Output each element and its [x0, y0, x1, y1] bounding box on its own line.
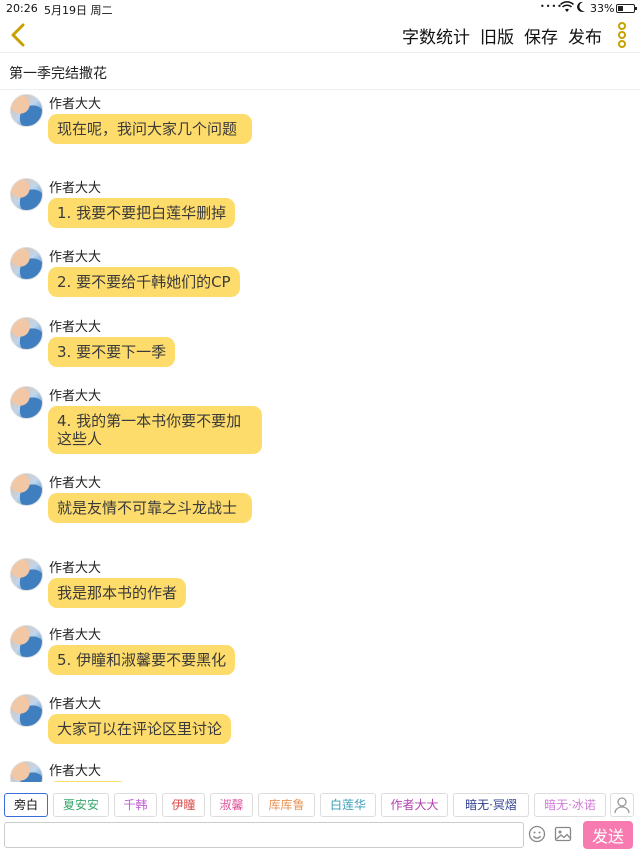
avatar[interactable]: [10, 558, 43, 591]
avatar[interactable]: [10, 473, 43, 506]
sender-name: 作者大大: [49, 181, 102, 196]
role-chip[interactable]: 伊瞳: [162, 793, 205, 817]
wifi-icon: [559, 1, 575, 16]
role-chip[interactable]: 千韩: [114, 793, 157, 817]
sender-name: 作者大大: [49, 476, 102, 491]
sender-name: 作者大大: [49, 628, 102, 643]
message-bubble[interactable]: 我是那本书的作者: [48, 578, 187, 608]
sender-name: 作者大大: [49, 97, 102, 112]
message-bubble[interactable]: 3. 要不要下一季: [48, 337, 176, 367]
message-list[interactable]: 作者大大 现在呢，我问大家几个问题 作者大大 1. 我要不要把白莲华删掉 作者大…: [0, 90, 640, 782]
sender-name: 作者大大: [49, 250, 102, 265]
chapter-title[interactable]: 第一季完结撒花: [0, 52, 640, 90]
image-icon[interactable]: [554, 825, 572, 843]
message-input[interactable]: [4, 822, 524, 848]
battery-icon: [616, 4, 637, 13]
save-button[interactable]: 保存: [524, 23, 558, 48]
nav-bar: 字数统计 旧版 保存 发布: [0, 18, 640, 52]
role-chip[interactable]: 淑馨: [210, 793, 253, 817]
battery-level: [618, 6, 623, 11]
avatar[interactable]: [10, 94, 43, 127]
avatar[interactable]: [10, 317, 43, 350]
sender-name: 作者大大: [49, 764, 102, 779]
avatar[interactable]: [10, 247, 43, 280]
battery-percent: 33%: [590, 2, 615, 15]
message-bubble[interactable]: 就是友情不可靠之斗龙战士: [48, 493, 252, 523]
role-chip[interactable]: 库库鲁: [258, 793, 315, 817]
avatar[interactable]: [10, 178, 43, 211]
user-icon[interactable]: [610, 793, 634, 817]
send-button[interactable]: 发送: [583, 821, 633, 849]
nav-actions: 字数统计 旧版 保存 发布: [402, 23, 602, 48]
back-chevron-icon[interactable]: [6, 20, 30, 50]
avatar[interactable]: [10, 386, 43, 419]
role-chip[interactable]: 暗无·冰诺: [534, 793, 606, 817]
avatar[interactable]: [10, 761, 43, 782]
role-selector: 旁白 夏安安 千韩 伊瞳 淑馨 库库鲁 白莲华 作者大大 暗无·冥熠 暗无·冰诺: [0, 790, 640, 820]
sender-name: 作者大大: [49, 389, 102, 404]
role-chip[interactable]: 白莲华: [320, 793, 376, 817]
avatar[interactable]: [10, 625, 43, 658]
status-time: 20:26: [6, 2, 38, 15]
message-bubble[interactable]: 2. 要不要给千韩她们的CP: [48, 267, 240, 297]
role-chip[interactable]: 暗无·冥熠: [453, 793, 529, 817]
publish-button[interactable]: 发布: [568, 23, 602, 48]
role-chip[interactable]: 旁白: [4, 793, 48, 817]
role-chip[interactable]: 作者大大: [381, 793, 448, 817]
status-bar: 20:26 5月19日 周二 •••• 33%: [0, 0, 640, 18]
message-bubble[interactable]: 大家可以在评论区里讨论: [48, 714, 232, 744]
message-bubble[interactable]: 4. 我的第一本书你要不要加这些人: [48, 406, 262, 454]
role-chip[interactable]: 夏安安: [53, 793, 109, 817]
sender-name: 作者大大: [49, 320, 102, 335]
emoji-icon[interactable]: [528, 825, 546, 843]
sender-name: 作者大大: [49, 561, 102, 576]
sender-name: 作者大大: [49, 697, 102, 712]
message-bubble[interactable]: 5. 伊瞳和淑馨要不要黑化: [48, 645, 236, 675]
message-bubble[interactable]: 现在呢，我问大家几个问题: [48, 114, 252, 144]
old-version-button[interactable]: 旧版: [480, 23, 514, 48]
status-date: 5月19日 周二: [44, 4, 113, 17]
input-bar: 发送: [0, 820, 640, 853]
message-bubble[interactable]: [48, 781, 128, 782]
avatar[interactable]: [10, 694, 43, 727]
word-count-button[interactable]: 字数统计: [402, 23, 470, 48]
moon-icon: [576, 1, 586, 16]
more-vertical-icon[interactable]: [614, 22, 630, 48]
message-bubble[interactable]: 1. 我要不要把白莲华删掉: [48, 198, 236, 228]
